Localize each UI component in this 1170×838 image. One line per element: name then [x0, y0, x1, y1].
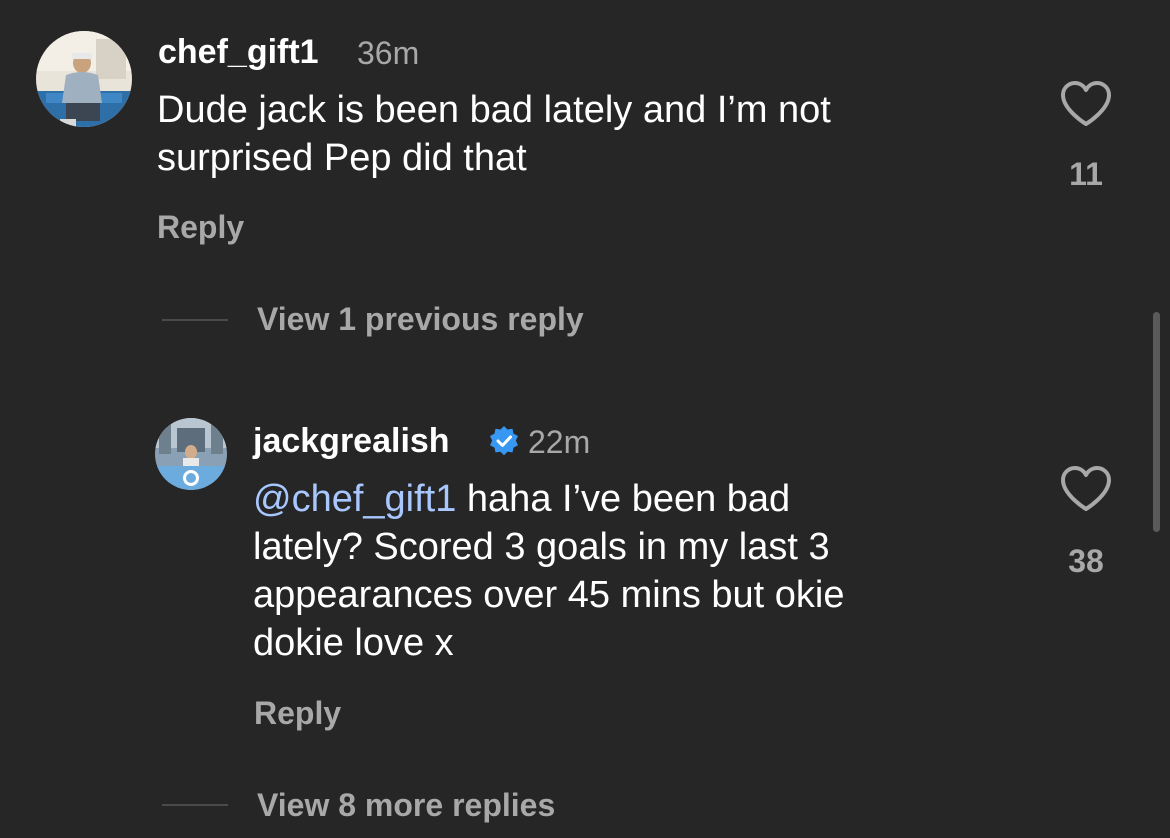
- avatar-chef-gift1[interactable]: [36, 31, 132, 127]
- thread-divider: [162, 319, 228, 321]
- comment-timestamp: 22m: [528, 424, 591, 460]
- avatar-image: [155, 418, 227, 490]
- reply-button[interactable]: Reply: [157, 207, 244, 247]
- comment-username[interactable]: jackgrealish: [253, 421, 450, 461]
- like-count: 11: [1069, 156, 1103, 192]
- comment-line: lately? Scored 3 goals in my last 3: [253, 526, 830, 568]
- heart-outline-icon: [1061, 466, 1111, 511]
- view-previous-replies-button[interactable]: View 1 previous reply: [257, 299, 584, 339]
- like-count: 38: [1068, 543, 1104, 579]
- heart-outline-icon: [1061, 81, 1111, 126]
- comment-timestamp: 36m: [357, 35, 420, 71]
- comment-line: appearances over 45 mins but okie: [253, 574, 845, 616]
- verified-badge-icon: [488, 425, 520, 457]
- avatar-jackgrealish[interactable]: [155, 418, 227, 490]
- avatar-image: [36, 31, 132, 127]
- like-button[interactable]: [1059, 465, 1113, 513]
- comment-line: surprised Pep did that: [157, 137, 527, 179]
- comment-line: dokie love x: [253, 622, 454, 664]
- scrollbar[interactable]: [1153, 312, 1160, 532]
- mention-link[interactable]: @chef_gift1: [253, 478, 456, 520]
- reply-button[interactable]: Reply: [254, 693, 341, 733]
- view-more-replies-button[interactable]: View 8 more replies: [257, 785, 555, 825]
- comment-text: Dude jack is been bad lately and I’m not…: [157, 86, 831, 182]
- comment-line: Dude jack is been bad lately and I’m not: [157, 89, 831, 131]
- comment-line: haha I’ve been bad: [456, 478, 791, 520]
- comment-text: @chef_gift1 haha I’ve been bad lately? S…: [253, 475, 844, 667]
- like-button[interactable]: [1059, 80, 1113, 128]
- comment-username[interactable]: chef_gift1: [158, 32, 319, 72]
- thread-divider: [162, 804, 228, 806]
